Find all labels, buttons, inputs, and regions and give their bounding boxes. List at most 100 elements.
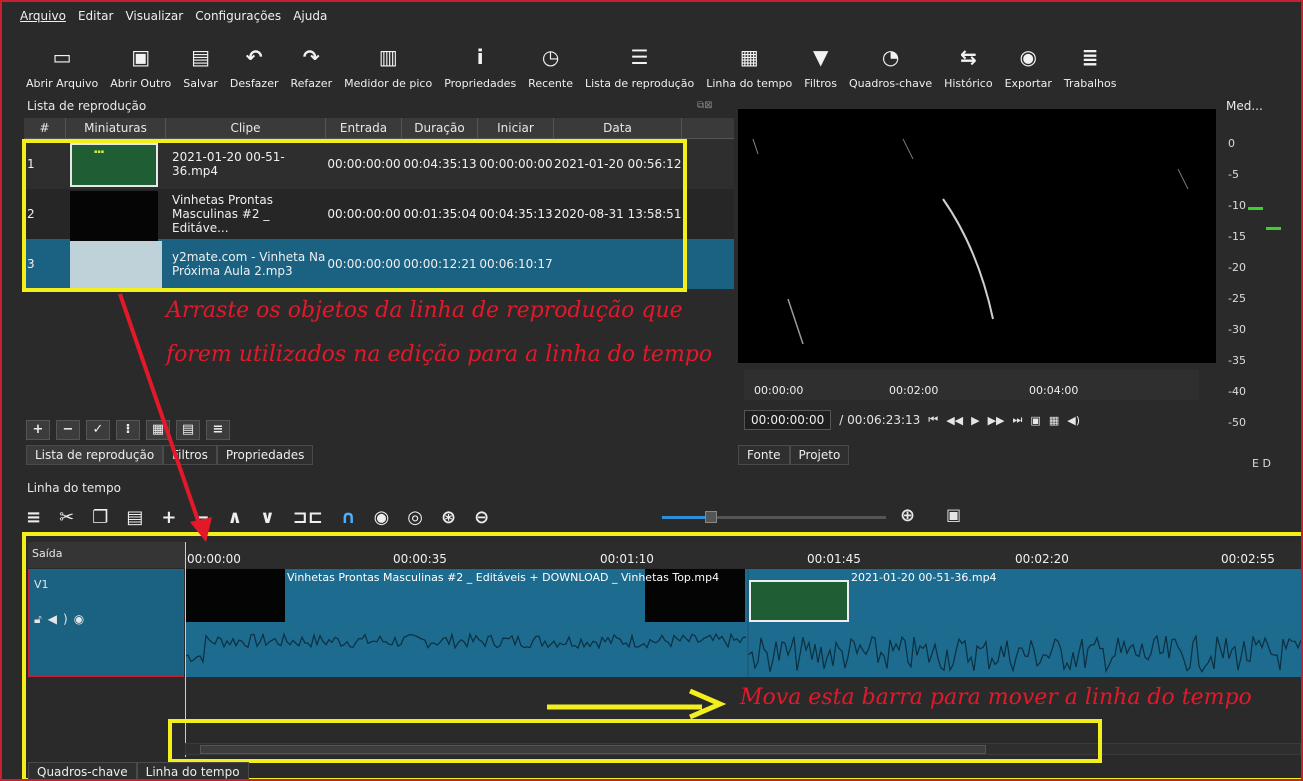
tab-source[interactable]: Fonte xyxy=(738,445,790,465)
meter-scale-label: 0 xyxy=(1228,137,1235,150)
toolbar-button-redo[interactable]: ↷ Refazer xyxy=(285,30,339,98)
menu-configuracoes[interactable]: Configurações xyxy=(195,9,281,23)
overwrite-icon[interactable]: ∨ xyxy=(260,507,275,528)
toolbar-button-filter[interactable]: ▼ Filtros xyxy=(798,30,843,98)
toolbar-button-save[interactable]: ▤ Salvar xyxy=(177,30,224,98)
toolbar-button-export[interactable]: ◉ Exportar xyxy=(999,30,1058,98)
tab-keyframes[interactable]: Quadros-chave xyxy=(28,762,137,779)
paste-icon[interactable]: ▤ xyxy=(126,507,143,528)
skip-next-icon[interactable]: ⏭ xyxy=(1013,413,1023,427)
zoom-slider[interactable] xyxy=(662,516,886,519)
meter-peak-right xyxy=(1266,227,1281,230)
toolbar-button-folder-open[interactable]: ▭ Abrir Arquivo xyxy=(20,30,104,98)
toolbar-button-jobs[interactable]: ≣ Trabalhos xyxy=(1058,30,1123,98)
cut-icon[interactable]: ✂ xyxy=(59,507,74,528)
menu-editar[interactable]: Editar xyxy=(78,9,114,23)
toolbar-button-peak-meter[interactable]: ▥ Medidor de pico xyxy=(338,30,438,98)
meter-peak-left xyxy=(1248,207,1263,210)
fast-forward-icon[interactable]: ▶▶ xyxy=(988,414,1005,427)
meter-scale-label: -30 xyxy=(1228,323,1246,336)
track-v1: Vinhetas Prontas Masculinas #2 _ Editáve… xyxy=(185,569,1301,677)
undo-icon: ↶ xyxy=(245,45,263,69)
video-preview[interactable] xyxy=(738,109,1216,363)
peak-meter-icon: ▥ xyxy=(378,45,398,69)
toolbar-button-undo[interactable]: ↶ Desfazer xyxy=(224,30,285,98)
toolbar-button-stopwatch[interactable]: ◔ Quadros-chave xyxy=(843,30,938,98)
zoom-in-icon[interactable]: ⊕ xyxy=(900,505,915,526)
playlist-icon: ☰ xyxy=(630,45,649,69)
toolbar-label: Lista de reprodução xyxy=(584,77,695,90)
col-clip[interactable]: Clipe xyxy=(166,118,326,138)
remove-icon[interactable]: − xyxy=(194,507,209,528)
zoom-out-icon[interactable]: ⊖ xyxy=(474,507,489,528)
toolbar-button-history[interactable]: ⇆ Histórico xyxy=(938,30,998,98)
rewind-icon[interactable]: ◀◀ xyxy=(946,414,963,427)
zoom-icon[interactable]: ▣ xyxy=(1030,414,1040,427)
scrub-icon[interactable]: ◉ xyxy=(374,507,390,528)
timecode-input[interactable]: 00:00:00:00 xyxy=(744,410,832,430)
ruler-label: 00:04:00 xyxy=(1029,384,1079,397)
append-icon[interactable]: + xyxy=(161,507,176,528)
ripple-all-icon[interactable]: ⊛ xyxy=(441,507,456,528)
folder-open-icon: ▭ xyxy=(52,45,72,69)
tab-filters[interactable]: Filtros xyxy=(163,445,217,465)
col-thumbs[interactable]: Miniaturas xyxy=(66,118,166,138)
toolbar-label: Filtros xyxy=(804,77,837,90)
toolbar-button-playlist[interactable]: ☰ Lista de reprodução xyxy=(579,30,700,98)
tab-timeline[interactable]: Linha do tempo xyxy=(136,762,249,779)
tab-project[interactable]: Projeto xyxy=(789,445,850,465)
timeline-icon: ▦ xyxy=(739,45,759,69)
lift-icon[interactable]: ∧ xyxy=(228,507,243,528)
toolbar-button-clock[interactable]: ◷ Recente xyxy=(522,30,579,98)
skip-previous-icon[interactable]: ⏮ xyxy=(928,413,938,427)
menu-visualizar[interactable]: Visualizar xyxy=(125,9,183,23)
zoom-slider-handle[interactable] xyxy=(705,511,717,523)
meter-scale-label: -35 xyxy=(1228,354,1246,367)
ripple-icon[interactable]: ◎ xyxy=(407,507,423,528)
icons-view-button[interactable]: ▤ xyxy=(176,420,200,440)
col-duration[interactable]: Duração xyxy=(402,118,478,138)
total-duration: / 00:06:23:13 xyxy=(839,413,921,427)
grid-icon[interactable]: ▦ xyxy=(1049,414,1059,427)
zoom-fit-icon[interactable]: ▣ xyxy=(946,505,961,524)
menu-ajuda[interactable]: Ajuda xyxy=(293,9,327,23)
panel-float-close-icon[interactable]: ⧉⊠ xyxy=(697,100,713,111)
menu-button[interactable]: ≡ xyxy=(206,420,230,440)
col-start[interactable]: Iniciar xyxy=(478,118,554,138)
play-icon[interactable]: ▶ xyxy=(971,414,979,427)
details-view-button[interactable]: ⁝ xyxy=(116,420,140,440)
update-button[interactable]: ✓ xyxy=(86,420,110,440)
timeline-menu-icon[interactable]: ≡ xyxy=(26,507,41,528)
playlist-buttons: + − ✓ ⁝ ▦ ▤ ≡ xyxy=(26,420,230,440)
tab-playlist[interactable]: Lista de reprodução xyxy=(26,445,164,465)
menu-arquivo[interactable]: Arquivo xyxy=(20,9,66,23)
add-button[interactable]: + xyxy=(26,420,50,440)
col-num[interactable]: # xyxy=(24,118,66,138)
player-ruler[interactable]: 00:00:00 00:02:00 00:04:00 xyxy=(744,370,1199,400)
toolbar-button-open-other[interactable]: ▣ Abrir Outro xyxy=(104,30,177,98)
timeline-panel-title: Linha do tempo xyxy=(27,481,121,495)
mute-icon[interactable]: ◀) xyxy=(48,612,74,626)
tiles-view-button[interactable]: ▦ xyxy=(146,420,170,440)
lock-icon[interactable]: 🔓︎ xyxy=(34,612,48,626)
eye-icon[interactable]: ◉ xyxy=(74,612,90,626)
meter-scale-label: -20 xyxy=(1228,261,1246,274)
col-date[interactable]: Data xyxy=(554,118,682,138)
volume-icon[interactable]: ◀) xyxy=(1067,414,1080,427)
toolbar-button-info[interactable]: i Propriedades xyxy=(438,30,522,98)
stopwatch-icon: ◔ xyxy=(881,45,900,69)
toolbar-label: Trabalhos xyxy=(1063,77,1117,90)
split-icon[interactable]: ⊐⊏ xyxy=(293,507,323,528)
toolbar-button-timeline[interactable]: ▦ Linha do tempo xyxy=(700,30,798,98)
meter-title: Med... xyxy=(1226,99,1263,113)
playlist-tabs: Lista de reprodução Filtros Propriedades xyxy=(26,445,314,465)
snap-magnet-icon[interactable]: ∩ xyxy=(341,507,356,528)
timeline-ruler[interactable]: 00:00:00 00:00:35 00:01:10 00:01:45 00:0… xyxy=(185,542,1301,568)
remove-button[interactable]: − xyxy=(56,420,80,440)
track-header-v1[interactable]: V1 🔓︎◀)◉ xyxy=(28,569,184,677)
timeline-toolbar: ≡ ✂ ❐ ▤ + − ∧ ∨ ⊐⊏ ∩ ◉ ◎ ⊛ ⊖ xyxy=(26,502,489,532)
tab-properties[interactable]: Propriedades xyxy=(216,445,314,465)
copy-icon[interactable]: ❐ xyxy=(92,507,108,528)
clip-name: 2021-01-20 00-51-36.mp4 xyxy=(851,571,997,584)
col-in[interactable]: Entrada xyxy=(326,118,402,138)
